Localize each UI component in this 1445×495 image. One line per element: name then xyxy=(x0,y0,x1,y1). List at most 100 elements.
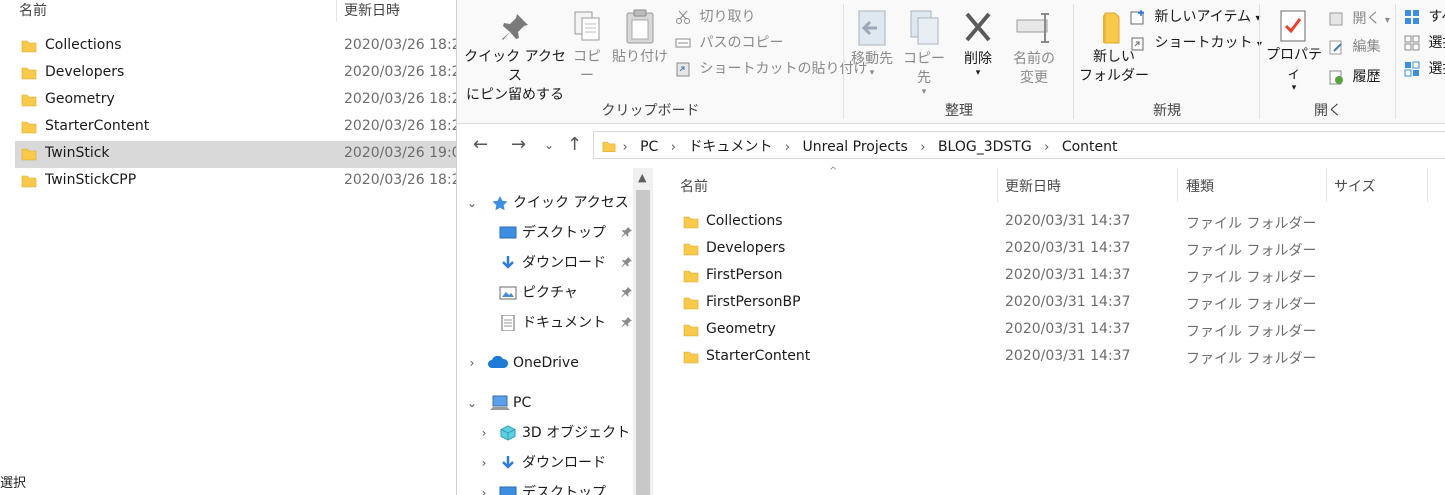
file-list-row[interactable]: FirstPersonBP 2020/03/31 14:37 ファイル フォルダ… xyxy=(673,290,1433,317)
bg-list-item[interactable]: StarterContent 2020/03/26 18:22 xyxy=(15,114,470,141)
copy-to-button[interactable]: コピー先 ▾ xyxy=(898,8,950,97)
breadcrumb-separator-icon[interactable]: › xyxy=(1044,140,1049,155)
invert-selection-button[interactable]: 選択 xyxy=(1404,58,1445,80)
folder-icon xyxy=(21,40,37,53)
bg-list-item[interactable]: TwinStickCPP 2020/03/26 18:21 xyxy=(15,168,470,195)
bg-list-item[interactable]: Developers 2020/03/26 18:22 xyxy=(15,60,470,87)
column-header-size[interactable]: サイズ xyxy=(1334,176,1376,196)
file-type: ファイル フォルダー xyxy=(1186,324,1317,340)
nav-onedrive[interactable]: › OneDrive xyxy=(465,348,635,378)
bg-item-name: Geometry xyxy=(45,91,115,107)
properties-button[interactable]: プロパティ ▾ xyxy=(1262,8,1326,93)
nav-quick-access[interactable]: ⌄ クイック アクセス xyxy=(465,188,635,218)
explorer-window: クイック アクセス にピン留めする コピー 貼り付け 切り取り パスのコピー シ… xyxy=(456,0,1445,495)
nav-item-desktop[interactable]: デスクトップ xyxy=(465,218,635,248)
nav-item-pc-desktop[interactable]: › デスクトップ xyxy=(465,478,635,495)
breadcrumb-item[interactable]: ドキュメント xyxy=(688,139,772,155)
breadcrumb-item[interactable]: BLOG_3DSTG xyxy=(938,139,1032,155)
breadcrumb-item-current[interactable]: Content xyxy=(1062,139,1118,155)
copy-path-icon xyxy=(675,38,691,48)
folder-icon xyxy=(21,67,37,80)
nav-item-pictures[interactable]: ピクチャ xyxy=(465,278,635,308)
easy-access-button[interactable]: ショートカット ▾ xyxy=(1130,32,1262,54)
bg-header-date[interactable]: 更新日時 xyxy=(344,0,400,20)
forward-arrow-icon[interactable]: → xyxy=(511,134,526,155)
nav-item-downloads[interactable]: ダウンロード xyxy=(465,248,635,278)
breadcrumb-separator-icon[interactable]: › xyxy=(671,140,676,155)
select-none-button[interactable]: 選択 xyxy=(1404,32,1445,54)
address-bar[interactable]: › PC › ドキュメント › Unreal Projects › BLOG_3… xyxy=(593,131,1445,159)
column-divider[interactable] xyxy=(1427,168,1428,202)
delete-button[interactable]: 削除 ▾ xyxy=(956,8,1000,78)
folder-icon xyxy=(683,297,699,310)
collapse-chevron-icon[interactable]: ⌄ xyxy=(465,188,479,218)
select-all-button[interactable]: すべ xyxy=(1404,6,1445,28)
breadcrumb-separator-icon[interactable]: › xyxy=(920,140,925,155)
file-list-row[interactable]: FirstPerson 2020/03/31 14:37 ファイル フォルダー xyxy=(673,263,1433,290)
bg-list-item[interactable]: Geometry 2020/03/26 18:21 xyxy=(15,87,470,114)
file-type: ファイル フォルダー xyxy=(1186,297,1317,313)
column-divider[interactable] xyxy=(997,168,998,202)
column-header-name[interactable]: 名前 xyxy=(680,176,708,196)
collapse-chevron-icon[interactable]: ⌄ xyxy=(465,388,479,418)
breadcrumb-separator-icon[interactable]: › xyxy=(785,140,790,155)
nav-pc[interactable]: ⌄ PC xyxy=(465,388,635,418)
back-arrow-icon[interactable]: ← xyxy=(473,134,488,155)
ribbon-group-clipboard: クイック アクセス にピン留めする コピー 貼り付け 切り取り パスのコピー シ… xyxy=(457,0,867,124)
column-header-type[interactable]: 種類 xyxy=(1186,176,1214,196)
open-label: 開く xyxy=(1352,11,1381,27)
ribbon-group-organize: 移動先 ▾ コピー先 ▾ 削除 ▾ 名前の 変更 整理 xyxy=(844,0,1074,124)
expand-chevron-icon[interactable]: › xyxy=(477,448,491,478)
column-divider[interactable] xyxy=(1177,168,1178,202)
history-button[interactable]: 履歴 xyxy=(1328,66,1380,88)
nav-item-documents[interactable]: ドキュメント xyxy=(465,308,635,338)
edit-button[interactable]: 編集 xyxy=(1328,36,1380,58)
rename-icon xyxy=(1016,13,1049,43)
recent-locations-chevron-icon[interactable]: ⌄ xyxy=(544,138,554,152)
pictures-icon xyxy=(499,286,517,300)
file-list-row[interactable]: StarterContent 2020/03/31 14:37 ファイル フォル… xyxy=(673,344,1433,371)
expand-chevron-icon[interactable]: › xyxy=(477,478,491,495)
folder-icon xyxy=(21,148,37,161)
file-type: ファイル フォルダー xyxy=(1186,270,1317,286)
move-to-button[interactable]: 移動先 ▾ xyxy=(848,8,896,78)
download-arrow-icon xyxy=(502,456,514,469)
expand-chevron-icon[interactable]: › xyxy=(465,348,479,378)
bg-list-item[interactable]: Collections 2020/03/26 18:22 xyxy=(15,33,470,60)
file-list-row[interactable]: Collections 2020/03/31 14:37 ファイル フォルダー xyxy=(673,209,1433,236)
bg-list-item-selected[interactable]: TwinStick 2020/03/26 19:03 xyxy=(15,141,470,168)
nav-item-label: ダウンロード xyxy=(522,455,606,471)
nav-item-pc-downloads[interactable]: › ダウンロード xyxy=(465,448,635,478)
nav-item-label: ドキュメント xyxy=(522,315,606,331)
file-list-row[interactable]: Geometry 2020/03/31 14:37 ファイル フォルダー xyxy=(673,317,1433,344)
nav-item-3d-objects[interactable]: › 3D オブジェクト xyxy=(465,418,635,448)
scroll-up-icon[interactable]: ▲ xyxy=(638,171,646,184)
paste-button[interactable]: 貼り付け xyxy=(611,8,669,67)
expand-chevron-icon[interactable]: › xyxy=(477,418,491,448)
pin-to-quick-access-button[interactable]: クイック アクセス にピン留めする xyxy=(463,10,567,105)
copy-button[interactable]: コピー xyxy=(567,10,607,86)
nav-pane-scrollbar[interactable]: ▲ xyxy=(633,168,653,495)
column-divider[interactable] xyxy=(1326,168,1327,202)
column-header-date[interactable]: 更新日時 xyxy=(1005,176,1061,196)
copy-to-label: コピー先 xyxy=(903,51,945,86)
file-type: ファイル フォルダー xyxy=(1186,351,1317,367)
scrollbar-thumb[interactable] xyxy=(636,190,650,495)
cut-button[interactable]: 切り取り xyxy=(675,6,755,28)
file-list-row[interactable]: Developers 2020/03/31 14:37 ファイル フォルダー xyxy=(673,236,1433,263)
rename-button[interactable]: 名前の 変更 xyxy=(1004,8,1064,88)
breadcrumb-item[interactable]: Unreal Projects xyxy=(803,139,908,155)
paste-shortcut-button[interactable]: ショートカットの貼り付け xyxy=(675,58,867,80)
file-date: 2020/03/31 14:37 xyxy=(1005,267,1131,283)
bg-status-text: 選択 xyxy=(0,476,27,491)
bg-header-divider[interactable] xyxy=(336,0,337,22)
folder-icon xyxy=(683,216,699,229)
breadcrumb-item[interactable]: PC xyxy=(640,139,658,155)
up-arrow-icon[interactable]: ↑ xyxy=(567,134,582,155)
copy-path-button[interactable]: パスのコピー xyxy=(675,32,783,54)
bg-header-name[interactable]: 名前 xyxy=(19,0,47,20)
breadcrumb-separator-icon[interactable]: › xyxy=(622,140,627,155)
file-name: Collections xyxy=(706,213,783,229)
open-button[interactable]: 開く ▾ xyxy=(1328,8,1390,30)
new-item-button[interactable]: 新しいアイテム ▾ xyxy=(1130,6,1261,28)
